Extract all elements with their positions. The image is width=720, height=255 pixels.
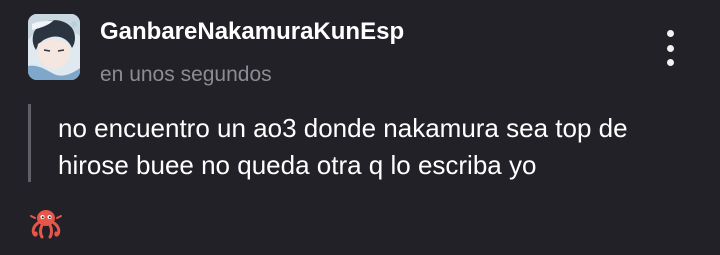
post-header: GanbareNakamuraKunEsp en unos segundos xyxy=(100,18,404,87)
menu-dot xyxy=(666,44,674,52)
reaction-image xyxy=(30,210,62,239)
post-text: no encuentro un ao3 donde nakamura sea t… xyxy=(58,113,628,180)
post-body: no encuentro un ao3 donde nakamura sea t… xyxy=(28,104,692,182)
user-avatar[interactable] xyxy=(28,14,80,80)
menu-dot xyxy=(666,59,674,66)
more-vertical-icon[interactable] xyxy=(654,28,686,68)
avatar-image xyxy=(28,14,80,80)
username[interactable]: GanbareNakamuraKunEsp xyxy=(100,18,404,46)
timestamp: en unos segundos xyxy=(100,63,272,86)
menu-dot xyxy=(666,30,674,37)
octopus-icon[interactable] xyxy=(28,206,64,242)
post-card: GanbareNakamuraKunEsp en unos segundos n… xyxy=(0,0,720,255)
